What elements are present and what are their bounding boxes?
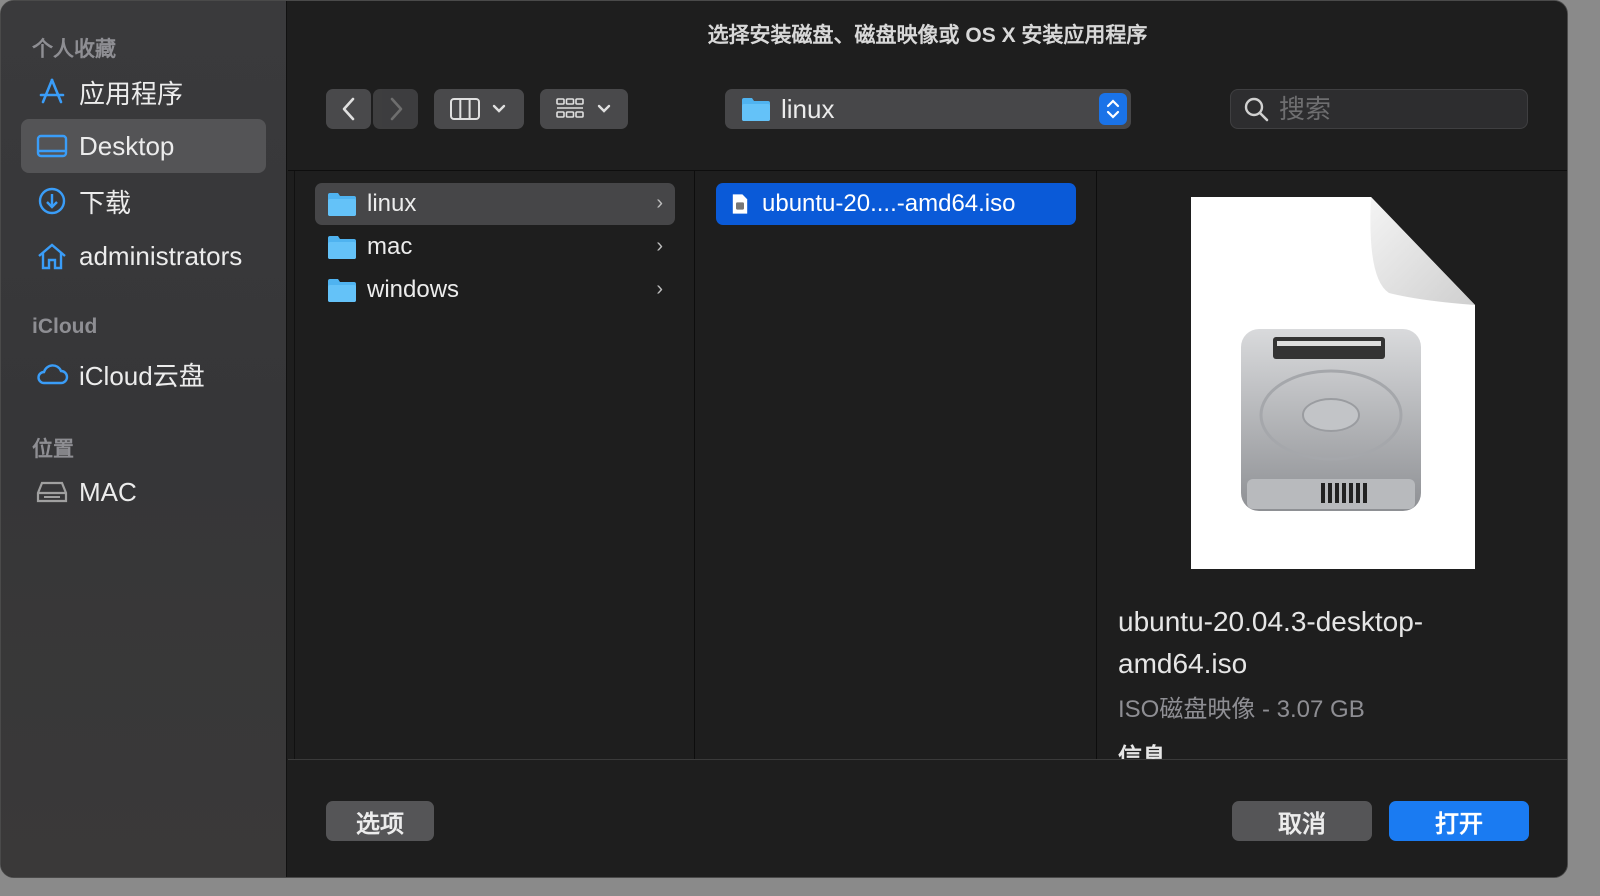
group-button[interactable] [540,89,628,129]
sidebar-section-favorites: 个人收藏 [32,38,116,61]
downloads-icon [35,184,69,218]
chevron-right-icon: › [656,235,663,257]
columns-view-icon [450,98,480,120]
list-item-label: windows [367,276,460,303]
open-file-dialog: 个人收藏 应用程序 Desktop 下载 administrators iClo… [0,0,1568,878]
chevron-left-icon [342,97,354,121]
window-title: 选择安装磁盘、磁盘映像或 OS X 安装应用程序 [707,24,1148,47]
sidebar-item-icloud-drive[interactable]: iCloud云盘 [21,347,266,401]
chevron-down-icon [597,104,611,113]
browser-column-2[interactable]: ubuntu-20....-amd64.iso [696,171,1097,759]
browser-column-1[interactable]: linux › mac › windows › [294,171,695,759]
preview-pane: ubuntu-20.04.3-desktop- amd64.iso ISO磁盘映… [1098,171,1567,759]
preview-file-meta: ISO磁盘映像 - 3.07 GB [1118,696,1365,723]
location-popup[interactable]: linux [725,89,1131,129]
folder-icon [328,279,356,302]
list-item-iso-file[interactable]: ubuntu-20....-amd64.iso [716,183,1076,225]
sidebar-section-icloud: iCloud [32,315,98,338]
disk-image-preview-icon [1191,197,1475,569]
sidebar-item-home[interactable]: administrators [21,229,266,283]
main-pane: 选择安装磁盘、磁盘映像或 OS X 安装应用程序 linux 搜索 linux … [288,1,1567,877]
sidebar-section-locations: 位置 [32,438,74,461]
chevron-right-icon: › [656,192,663,214]
preview-info-heading: 信息 [1118,744,1166,759]
sidebar-item-label: 下载 [79,187,132,218]
sidebar-item-label: MAC [79,476,137,507]
sidebar-item-applications[interactable]: 应用程序 [21,65,266,119]
search-icon [1244,97,1269,122]
list-item-label: linux [367,190,417,217]
sidebar: 个人收藏 应用程序 Desktop 下载 administrators iClo… [1,1,287,877]
desktop-icon [35,129,69,163]
preview-filename: ubuntu-20.04.3-desktop- amd64.iso [1118,606,1424,679]
sidebar-item-label: iCloud云盘 [79,360,205,391]
view-mode-button[interactable] [434,89,524,129]
open-button[interactable]: 打开 [1389,801,1529,841]
chevron-right-icon [390,97,402,121]
list-item-label: ubuntu-20....-amd64.iso [762,190,1016,217]
home-icon [35,239,69,273]
sidebar-item-label: administrators [79,240,243,271]
folder-icon [742,98,770,121]
list-item-label: mac [367,233,413,260]
search-field[interactable] [1230,89,1528,129]
disk-image-file-icon [732,194,748,214]
icloud-icon [35,357,69,391]
list-item-linux[interactable]: linux › [315,183,675,225]
search-input[interactable] [1279,93,1509,125]
footer-divider [288,759,1567,760]
chevron-down-icon [492,104,506,113]
sidebar-item-desktop[interactable]: Desktop [21,119,266,173]
cancel-button[interactable]: 取消 [1232,801,1372,841]
sidebar-item-label: Desktop [79,130,175,161]
sidebar-item-mac-disk[interactable]: MAC [21,465,266,519]
chevron-right-icon: › [656,278,663,300]
options-button[interactable]: 选项 [326,801,434,841]
location-label: linux [781,93,835,124]
list-item-mac[interactable]: mac › [315,226,675,268]
sidebar-item-label: 应用程序 [79,78,184,109]
forward-button[interactable] [373,89,418,129]
back-button[interactable] [326,89,371,129]
applications-icon [35,75,69,109]
folder-icon [328,236,356,259]
disk-icon [35,475,69,509]
up-down-stepper-icon [1099,93,1127,125]
grid-icon [556,98,584,118]
sidebar-item-downloads[interactable]: 下载 [21,174,266,228]
list-item-windows[interactable]: windows › [315,269,675,311]
folder-icon [328,193,356,216]
